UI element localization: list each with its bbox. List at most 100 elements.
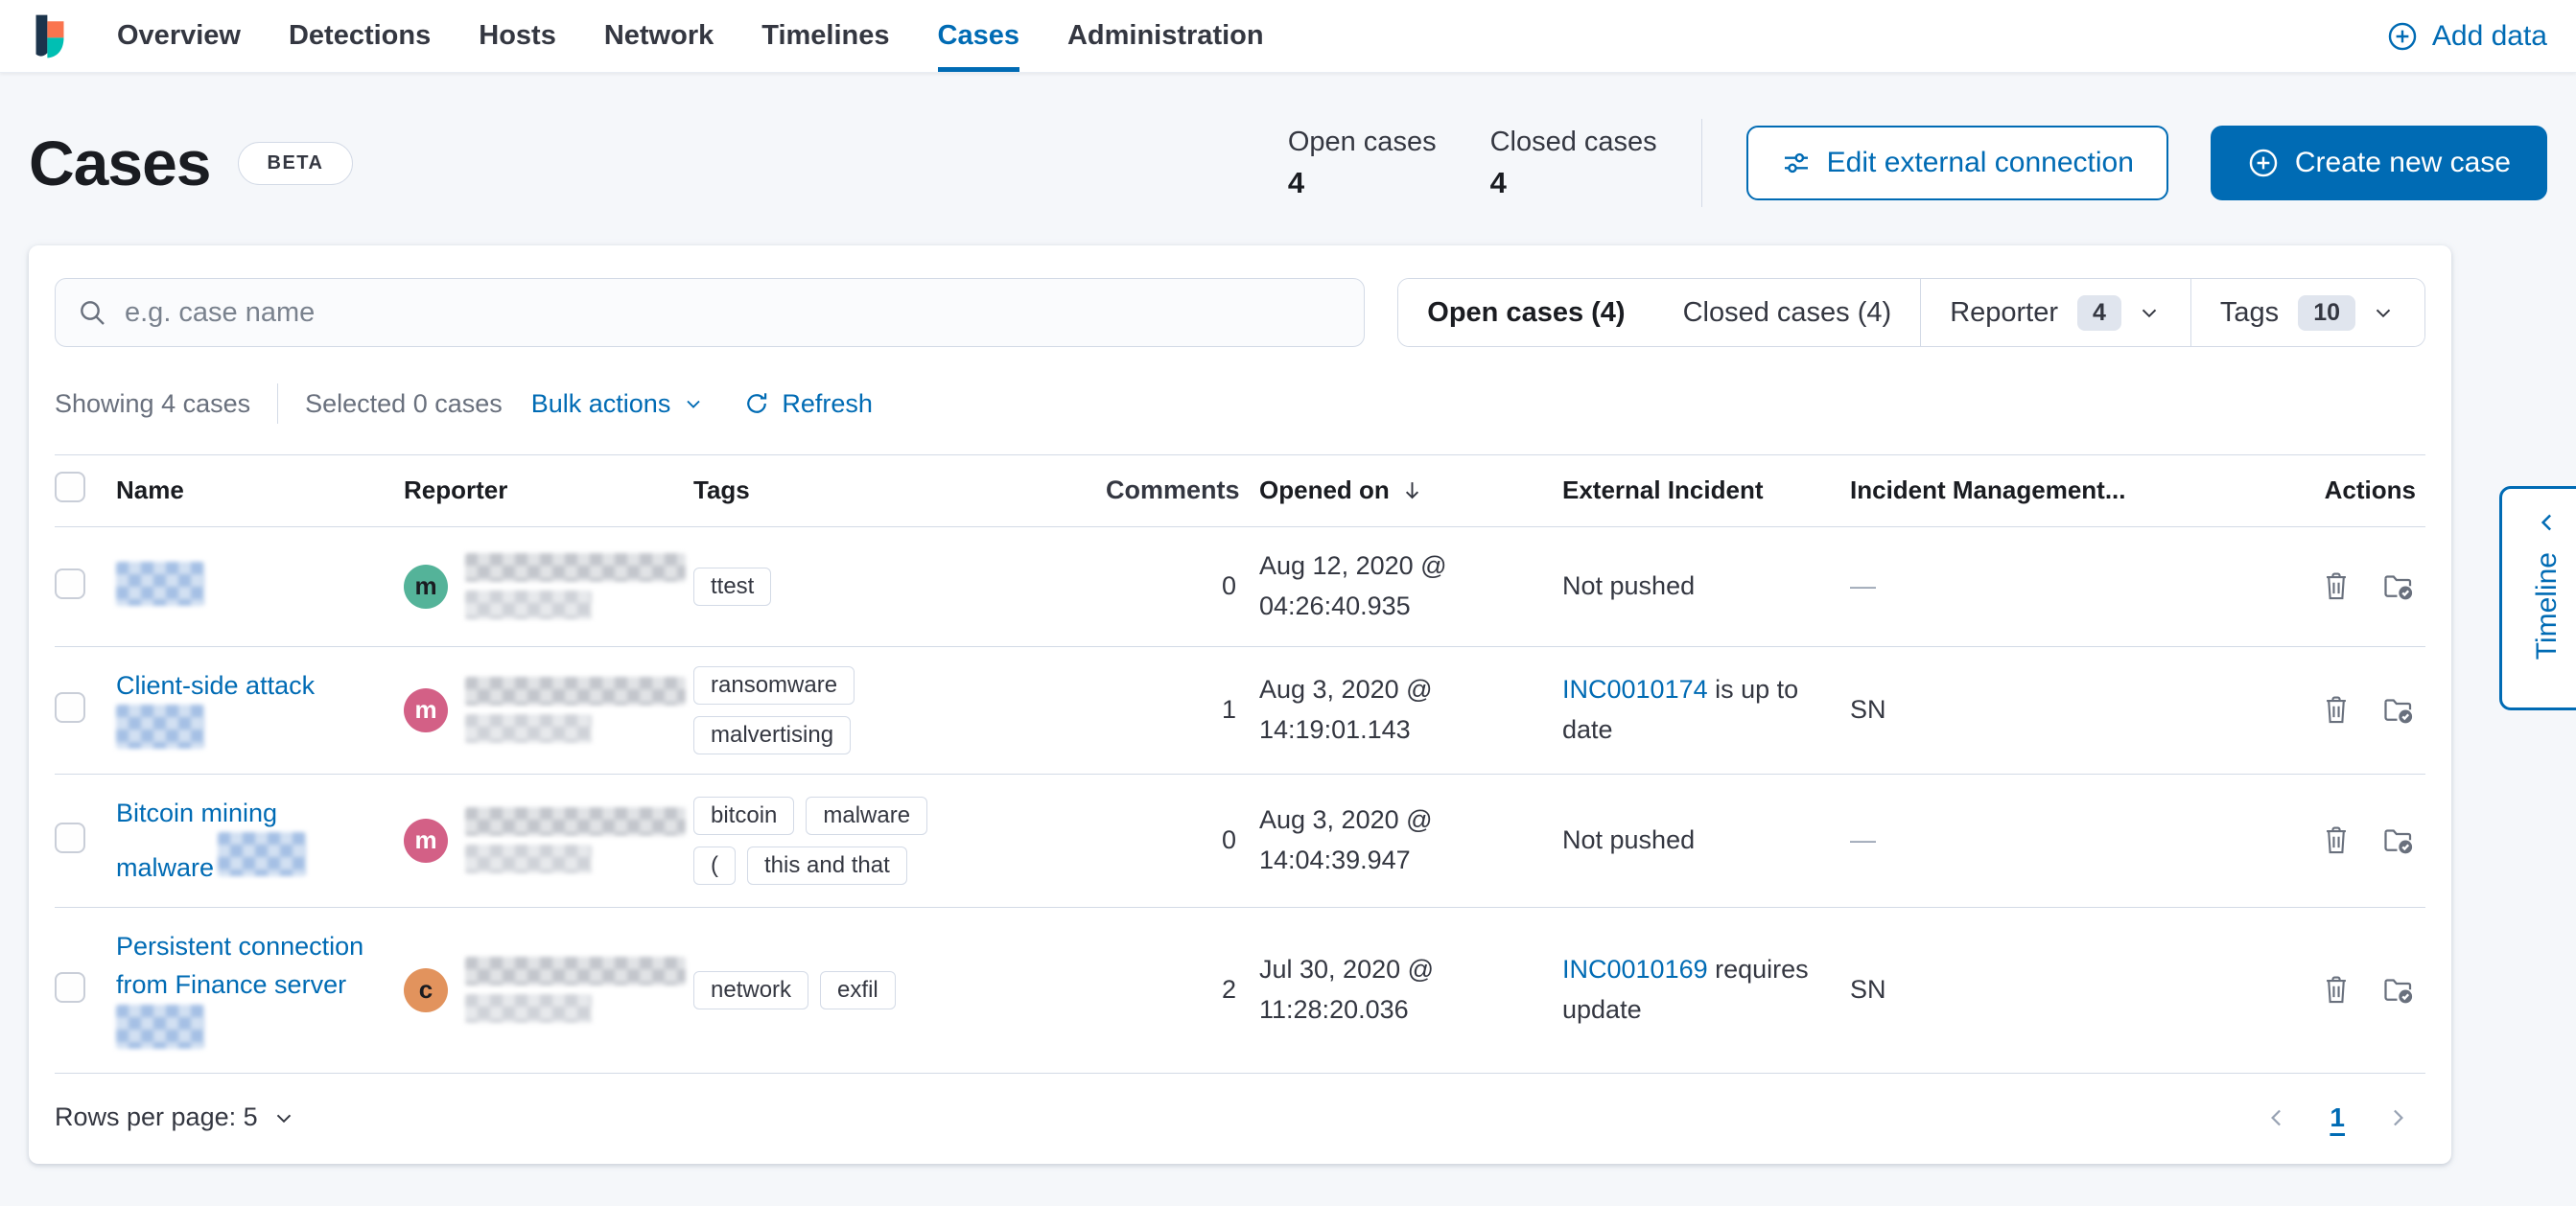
incident-management-system: SN bbox=[1850, 970, 2166, 1010]
chevron-down-icon bbox=[2371, 300, 2396, 325]
filter-closed-cases[interactable]: Closed cases (4) bbox=[1654, 279, 1921, 346]
folder-check-icon bbox=[2381, 693, 2416, 728]
plus-circle-icon bbox=[2247, 147, 2280, 179]
rows-per-page-button[interactable]: Rows per page: 5 bbox=[55, 1102, 296, 1132]
filter-group: Open cases (4) Closed cases (4) Reporter… bbox=[1397, 278, 2425, 347]
tags-list: bitcoinmalware(this and that bbox=[693, 797, 952, 885]
column-header-opened-on[interactable]: Opened on bbox=[1259, 475, 1425, 505]
row-checkbox[interactable] bbox=[55, 692, 85, 723]
case-stats: Open cases 4 Closed cases 4 bbox=[1288, 127, 1657, 200]
divider bbox=[277, 383, 278, 424]
delete-case-button[interactable] bbox=[2320, 973, 2353, 1008]
redacted-reporter-name bbox=[465, 807, 686, 873]
incident-management-system: SN bbox=[1850, 690, 2166, 731]
page-number-current[interactable]: 1 bbox=[2330, 1102, 2345, 1133]
previous-page-button[interactable] bbox=[2262, 1103, 2291, 1132]
delete-case-button[interactable] bbox=[2320, 569, 2353, 604]
redacted-reporter-name bbox=[465, 677, 686, 743]
column-header-name[interactable]: Name bbox=[116, 475, 404, 505]
column-header-comments[interactable]: Comments bbox=[1106, 471, 1259, 511]
comments-count: 1 bbox=[1106, 690, 1259, 731]
push-as-incident-button[interactable] bbox=[2381, 973, 2416, 1008]
comments-count: 0 bbox=[1106, 821, 1259, 861]
push-as-incident-button[interactable] bbox=[2381, 823, 2416, 858]
case-search-box bbox=[55, 278, 1365, 347]
open-cases-label: Open cases bbox=[1288, 127, 1437, 158]
nav-item-timelines[interactable]: Timelines bbox=[761, 0, 889, 72]
nav-item-cases[interactable]: Cases bbox=[938, 0, 1019, 72]
sort-descending-icon bbox=[1399, 477, 1425, 503]
filter-reporter[interactable]: Reporter 4 bbox=[1920, 279, 2190, 346]
case-name-link[interactable]: Persistent connection from Finance serve… bbox=[116, 932, 363, 1000]
showing-cases-text: Showing 4 cases bbox=[55, 389, 250, 419]
add-data-button[interactable]: Add data bbox=[2386, 20, 2547, 53]
external-incident-link[interactable]: INC0010174 bbox=[1562, 675, 1708, 704]
rows-per-page-label: Rows per page: 5 bbox=[55, 1102, 258, 1132]
tags-list: networkexfil bbox=[693, 971, 952, 1009]
external-incident-status: Not pushed bbox=[1562, 571, 1695, 600]
closed-cases-value: 4 bbox=[1490, 166, 1657, 200]
select-all-checkbox[interactable] bbox=[55, 472, 85, 502]
next-page-button[interactable] bbox=[2383, 1103, 2412, 1132]
open-cases-value: 4 bbox=[1288, 166, 1437, 200]
edit-external-connection-button[interactable]: Edit external connection bbox=[1746, 126, 2168, 200]
trash-icon bbox=[2320, 694, 2353, 727]
redacted-reporter-name bbox=[465, 957, 686, 1023]
utility-bar: Showing 4 cases Selected 0 cases Bulk ac… bbox=[55, 383, 2425, 424]
folder-check-icon bbox=[2381, 823, 2416, 858]
cases-table: Name Reporter Tags Comments Opened on Ex… bbox=[55, 454, 2425, 1074]
tag-pill: network bbox=[693, 971, 808, 1009]
nav-item-overview[interactable]: Overview bbox=[117, 0, 241, 72]
redacted-case-name[interactable] bbox=[116, 1005, 204, 1049]
redacted-text-bar bbox=[465, 714, 592, 743]
reporter-count-badge: 4 bbox=[2077, 295, 2121, 331]
selected-cases-text: Selected 0 cases bbox=[305, 389, 503, 419]
table-body: m ttest 0 Aug 12, 2020 @ 04:26:40.935 No… bbox=[55, 527, 2425, 1074]
tags-list: ransomwaremalvertising bbox=[693, 666, 952, 754]
row-checkbox[interactable] bbox=[55, 568, 85, 599]
delete-case-button[interactable] bbox=[2320, 693, 2353, 728]
plus-circle-icon bbox=[2386, 20, 2419, 53]
delete-case-button[interactable] bbox=[2320, 823, 2353, 858]
elastic-security-logo bbox=[29, 12, 71, 60]
external-incident-link[interactable]: INC0010169 bbox=[1562, 955, 1708, 984]
table-row: Bitcoin mining malware m bitcoinmalware(… bbox=[55, 775, 2425, 908]
nav-item-network[interactable]: Network bbox=[604, 0, 714, 72]
row-checkbox[interactable] bbox=[55, 823, 85, 853]
reporter-avatar: m bbox=[404, 565, 448, 609]
create-new-case-button[interactable]: Create new case bbox=[2211, 126, 2547, 200]
case-search-input[interactable] bbox=[125, 297, 1343, 329]
refresh-icon bbox=[743, 390, 770, 417]
redacted-case-name[interactable] bbox=[116, 705, 204, 749]
tags-count-badge: 10 bbox=[2298, 295, 2355, 331]
row-checkbox[interactable] bbox=[55, 972, 85, 1003]
filter-open-cases[interactable]: Open cases (4) bbox=[1398, 279, 1653, 346]
push-as-incident-button[interactable] bbox=[2381, 569, 2416, 604]
tag-pill: ransomware bbox=[693, 666, 855, 705]
tag-pill: ( bbox=[693, 847, 736, 885]
tags-filter-label: Tags bbox=[2220, 297, 2279, 329]
redacted-case-name[interactable] bbox=[218, 832, 306, 876]
opened-on-timestamp: Aug 3, 2020 @ 14:04:39.947 bbox=[1259, 800, 1562, 881]
nav-item-administration[interactable]: Administration bbox=[1067, 0, 1264, 72]
push-as-incident-button[interactable] bbox=[2381, 693, 2416, 728]
table-header-row: Name Reporter Tags Comments Opened on Ex… bbox=[55, 455, 2425, 527]
redacted-case-name[interactable] bbox=[116, 562, 204, 606]
timeline-label: Timeline bbox=[2531, 552, 2564, 660]
timeline-toggle-button[interactable]: Timeline bbox=[2499, 486, 2576, 710]
chevron-down-icon bbox=[2137, 300, 2162, 325]
reporter-avatar: c bbox=[404, 968, 448, 1012]
open-cases-stat: Open cases 4 bbox=[1288, 127, 1437, 200]
filter-tags[interactable]: Tags 10 bbox=[2190, 279, 2424, 346]
case-name-link[interactable]: Client-side attack bbox=[116, 671, 315, 700]
nav-item-hosts[interactable]: Hosts bbox=[479, 0, 556, 72]
reporter-avatar: m bbox=[404, 688, 448, 732]
chevron-left-icon bbox=[2533, 508, 2562, 537]
refresh-button[interactable]: Refresh bbox=[743, 389, 873, 419]
tag-pill: ttest bbox=[693, 568, 771, 606]
closed-cases-label: Closed cases bbox=[1490, 127, 1657, 158]
bulk-actions-button[interactable]: Bulk actions bbox=[531, 389, 706, 419]
pagination: 1 bbox=[2262, 1102, 2425, 1133]
nav-item-detections[interactable]: Detections bbox=[289, 0, 431, 72]
trash-icon bbox=[2320, 974, 2353, 1007]
